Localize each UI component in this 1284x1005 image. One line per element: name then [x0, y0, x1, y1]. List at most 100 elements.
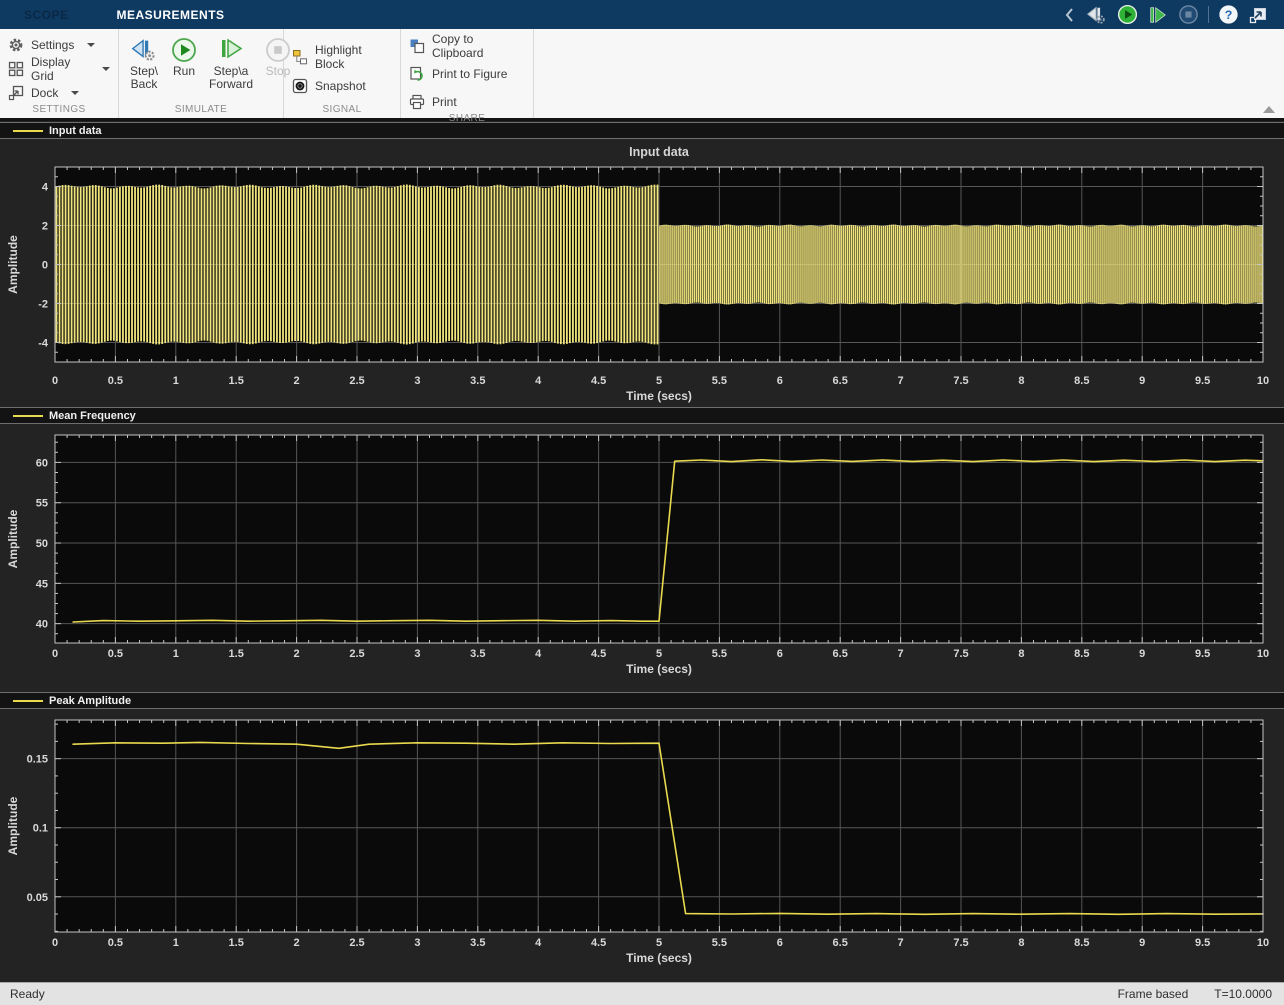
svg-text:2.5: 2.5	[349, 648, 364, 660]
tab-measurements[interactable]: MEASUREMENTS	[93, 0, 249, 29]
svg-text:4.5: 4.5	[591, 937, 606, 949]
svg-text:0: 0	[52, 375, 58, 387]
step-back-button[interactable]: Step\ Back	[129, 35, 159, 91]
svg-text:0.1: 0.1	[33, 823, 48, 835]
plot-canvas-peak-amplitude[interactable]: 00.511.522.533.544.555.566.577.588.599.5…	[0, 709, 1284, 978]
svg-text:4: 4	[42, 182, 49, 194]
chevron-left-icon[interactable]	[1063, 6, 1075, 24]
svg-text:?: ?	[1225, 8, 1233, 22]
highlight-block-button[interactable]: Highlight Block	[292, 46, 392, 68]
svg-text:7: 7	[898, 937, 904, 949]
legend-item-peak-amplitude[interactable]: Peak Amplitude	[13, 695, 131, 707]
svg-text:0.5: 0.5	[108, 937, 123, 949]
simulate-group: Step\ Back Run	[119, 29, 284, 118]
svg-text:5: 5	[656, 937, 662, 949]
snapshot-button[interactable]: Snapshot	[292, 75, 392, 97]
toolstrip: Settings Display Grid	[0, 29, 1284, 121]
run-quick-button[interactable]	[1117, 4, 1138, 25]
svg-text:7: 7	[898, 648, 904, 660]
dock-icon	[8, 85, 24, 101]
scope-window: SCOPE MEASUREMENTS	[0, 0, 1284, 1005]
step-back-icon	[129, 37, 159, 63]
svg-text:6: 6	[777, 375, 783, 387]
step-forward-quick-button[interactable]	[1147, 5, 1169, 25]
toolstrip-tab-bar: SCOPE MEASUREMENTS	[0, 0, 1284, 29]
svg-text:9.5: 9.5	[1195, 375, 1210, 387]
dock-label: Dock	[31, 86, 58, 100]
stop-quick-button[interactable]	[1178, 4, 1199, 25]
status-bar: Ready Frame based T=10.0000	[0, 982, 1284, 1005]
svg-text:5: 5	[656, 648, 662, 660]
chevron-down-icon[interactable]	[87, 43, 95, 47]
help-icon[interactable]: ?	[1218, 4, 1239, 25]
svg-text:2.5: 2.5	[349, 375, 364, 387]
svg-text:40: 40	[36, 619, 48, 631]
svg-text:0: 0	[52, 937, 58, 949]
step-back-quick-button[interactable]	[1084, 5, 1108, 25]
chevron-down-icon[interactable]	[71, 91, 79, 95]
svg-text:1.5: 1.5	[229, 648, 244, 660]
svg-text:1: 1	[173, 375, 179, 387]
legend-item-input-data[interactable]: Input data	[13, 125, 102, 137]
share-group: Copy to Clipboard Print to Figure	[401, 29, 534, 118]
svg-text:4: 4	[535, 375, 542, 387]
print-button[interactable]: Print	[409, 91, 525, 113]
scope-display-area: Input data 00.511.522.533.544.555.566.57…	[0, 121, 1284, 982]
svg-text:45: 45	[36, 578, 48, 590]
legend-label: Peak Amplitude	[49, 695, 131, 707]
svg-text:4.5: 4.5	[591, 375, 606, 387]
svg-text:Input data: Input data	[629, 145, 690, 159]
svg-text:Time (secs): Time (secs)	[626, 389, 692, 403]
step-forward-icon	[217, 37, 245, 63]
settings-button[interactable]: Settings	[8, 34, 110, 56]
display-grid-button[interactable]: Display Grid	[8, 58, 110, 80]
input-data-panel: Input data 00.511.522.533.544.555.566.57…	[0, 122, 1284, 405]
svg-text:4: 4	[535, 937, 542, 949]
svg-text:3: 3	[414, 648, 420, 660]
svg-text:3.5: 3.5	[470, 648, 485, 660]
legend-label: Mean Frequency	[49, 410, 136, 422]
step-forward-button[interactable]: Step\a Forward	[209, 35, 253, 91]
settings-label: Settings	[31, 38, 74, 52]
print-to-figure-button[interactable]: Print to Figure	[409, 63, 525, 85]
svg-text:0: 0	[42, 260, 48, 272]
sim-time-text: T=10.0000	[1214, 987, 1272, 1001]
svg-text:8.5: 8.5	[1074, 937, 1089, 949]
snapshot-icon	[292, 78, 308, 94]
legend-line-swatch	[13, 130, 43, 132]
frame-mode-text: Frame based	[1118, 987, 1189, 1001]
svg-text:1: 1	[173, 937, 179, 949]
svg-text:6: 6	[777, 937, 783, 949]
gear-icon	[8, 37, 24, 53]
collapse-toolstrip-button[interactable]	[1263, 106, 1275, 113]
svg-text:Amplitude: Amplitude	[6, 509, 20, 568]
legend-item-mean-frequency[interactable]: Mean Frequency	[13, 410, 136, 422]
tab-scope[interactable]: SCOPE	[0, 0, 93, 29]
svg-text:6.5: 6.5	[833, 375, 848, 387]
svg-text:8: 8	[1018, 375, 1024, 387]
plot-canvas-input-data[interactable]: 00.511.522.533.544.555.566.577.588.599.5…	[0, 139, 1284, 405]
dock-button[interactable]: Dock	[8, 82, 110, 104]
legend-bar-mean-frequency: Mean Frequency	[0, 407, 1284, 424]
plot-canvas-mean-frequency[interactable]: 00.511.522.533.544.555.566.577.588.599.5…	[0, 424, 1284, 690]
undock-icon[interactable]	[1248, 4, 1270, 26]
copy-to-clipboard-button[interactable]: Copy to Clipboard	[409, 35, 525, 57]
svg-text:-2: -2	[38, 299, 48, 311]
svg-text:60: 60	[36, 457, 48, 469]
svg-text:50: 50	[36, 538, 48, 550]
run-button[interactable]: Run	[171, 35, 197, 78]
svg-text:10: 10	[1257, 648, 1269, 660]
svg-text:55: 55	[36, 498, 48, 510]
svg-text:8.5: 8.5	[1074, 375, 1089, 387]
settings-group-label: SETTINGS	[0, 104, 118, 118]
svg-text:6.5: 6.5	[833, 937, 848, 949]
print-to-figure-label: Print to Figure	[432, 67, 507, 81]
svg-text:10: 10	[1257, 937, 1269, 949]
chevron-down-icon[interactable]	[102, 67, 110, 71]
step-back-label: Step\ Back	[129, 65, 159, 91]
signal-group-label: SIGNAL	[284, 104, 400, 118]
mean-frequency-panel: Mean Frequency 00.511.522.533.544.555.56…	[0, 407, 1284, 690]
display-grid-label: Display Grid	[31, 55, 89, 83]
svg-text:7.5: 7.5	[953, 937, 968, 949]
svg-text:9: 9	[1139, 375, 1145, 387]
